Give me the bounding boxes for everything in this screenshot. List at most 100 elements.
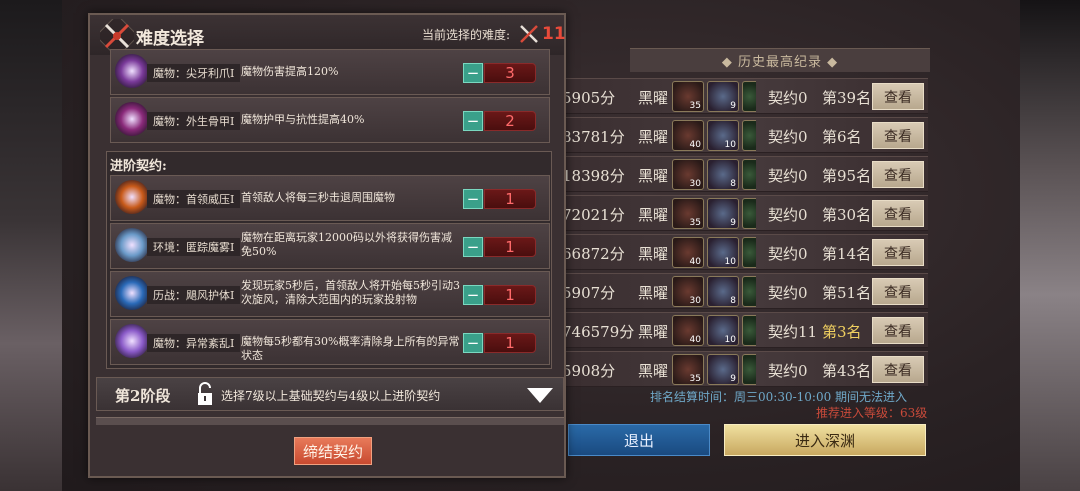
armor-icon: 10: [707, 120, 739, 151]
accessory-icon: [742, 81, 756, 112]
contract-level: 1: [484, 285, 536, 305]
weapon-icon: 35: [672, 198, 704, 229]
decrease-level-button[interactable]: −: [463, 285, 483, 305]
armor-icon: 9: [707, 354, 739, 385]
row-mode: 黑曜: [638, 323, 669, 341]
leaderboard-header: ◆ 历史最高纪录 ◆: [630, 48, 930, 72]
row-score: 746579分: [562, 323, 635, 341]
row-mode: 黑曜: [638, 167, 669, 185]
difficulty-swords-icon: [520, 25, 538, 43]
contract-row: 环境：匿踪魔雾Ⅰ 魔物在距离玩家12000码以外将获得伤害减免50% −1: [110, 223, 550, 269]
row-contract: 契约0: [768, 362, 808, 380]
contract-level: 1: [484, 237, 536, 257]
decrease-level-button[interactable]: −: [463, 111, 483, 131]
weapon-icon: 35: [672, 81, 704, 112]
leaderboard-panel: ◆ 历史最高纪录 ◆ 5905分 黑曜 35 9 契约0 第39名 查看 83781分 黑曜 40…: [560, 46, 932, 466]
armor-level: 10: [724, 257, 736, 267]
enter-abyss-button[interactable]: 进入深渊: [724, 424, 926, 456]
row-rank: 第30名: [822, 206, 872, 224]
row-mode: 黑曜: [638, 206, 669, 224]
decrease-level-button[interactable]: −: [463, 237, 483, 257]
row-contract: 契约0: [768, 206, 808, 224]
monster-modifier-icon: [115, 54, 149, 88]
weapon-icon: 30: [672, 276, 704, 307]
row-contract: 契约0: [768, 284, 808, 302]
view-button[interactable]: 查看: [872, 161, 924, 188]
view-button[interactable]: 查看: [872, 356, 924, 383]
decrease-level-button[interactable]: −: [463, 189, 483, 209]
armor-icon: 8: [707, 159, 739, 190]
accessory-icon: [742, 354, 756, 385]
weapon-level: 40: [689, 140, 701, 150]
current-difficulty-label: 当前选择的难度:: [422, 28, 511, 42]
row-rank: 第43名: [822, 362, 872, 380]
row-rank: 第51名: [822, 284, 872, 302]
armor-icon: 9: [707, 81, 739, 112]
contract-name: 魔物：首领威压Ⅰ: [147, 190, 241, 208]
contract-row: 魔物：首领威压Ⅰ 首领敌人将每三秒击退周围魔物 −1: [110, 175, 550, 221]
weapon-level: 30: [689, 179, 701, 189]
leaderboard-row: 72021分 黑曜 35 9 契约0 第30名 查看: [560, 195, 928, 231]
advanced-contracts-title: 进阶契约:: [110, 159, 167, 174]
expand-arrow-icon[interactable]: [527, 388, 553, 403]
row-contract: 契约0: [768, 245, 808, 263]
next-stage-strip: [96, 417, 564, 425]
row-score: 83781分: [562, 128, 625, 146]
view-button[interactable]: 查看: [872, 122, 924, 149]
accessory-icon: [742, 315, 756, 346]
contract-level: 3: [484, 63, 536, 83]
row-contract: 契约11: [768, 323, 818, 341]
row-equipment-icons: 40 10: [672, 315, 756, 346]
weapon-level: 30: [689, 296, 701, 306]
contract-row: 魔物：外生骨甲Ⅰ 魔物护甲与抗性提高40% −2: [110, 97, 550, 143]
row-rank: 第3名: [822, 323, 862, 341]
row-score: 18398分: [562, 167, 625, 185]
row-score: 72021分: [562, 206, 625, 224]
row-mode: 黑曜: [638, 284, 669, 302]
decrease-level-button[interactable]: −: [463, 333, 483, 353]
decrease-level-button[interactable]: −: [463, 63, 483, 83]
leaderboard-row: 66872分 黑曜 40 10 契约0 第14名 查看: [560, 234, 928, 270]
leaderboard-row: 746579分 黑曜 40 10 契约11 第3名 查看: [560, 312, 928, 348]
view-button[interactable]: 查看: [872, 278, 924, 305]
row-score: 5907分: [562, 284, 616, 302]
row-score: 5908分: [562, 362, 616, 380]
contract-description: 魔物每5秒都有30%概率清除身上所有的异常状态: [241, 335, 460, 362]
weapon-icon: 40: [672, 120, 704, 151]
view-button[interactable]: 查看: [872, 200, 924, 227]
row-equipment-icons: 40 10: [672, 120, 756, 151]
row-mode: 黑曜: [638, 89, 669, 107]
stage-2-bar[interactable]: 第2阶段 选择7级以上基础契约与4级以上进阶契约: [96, 377, 564, 411]
armor-level: 8: [730, 179, 736, 189]
crossed-swords-icon: [100, 19, 134, 53]
view-button[interactable]: 查看: [872, 83, 924, 110]
stage-requirement: 选择7级以上基础契约与4级以上进阶契约: [221, 389, 441, 403]
settle-time-info: 排名结算时间：周三00:30-10:00 期间无法进入: [650, 390, 908, 404]
contract-row: 魔物：异常紊乱Ⅰ 魔物每5秒都有30%概率清除身上所有的异常状态 −1: [110, 319, 550, 365]
dialog-title: 难度选择: [136, 29, 204, 49]
current-difficulty-value: 11: [542, 24, 566, 44]
lock-icon: [198, 382, 212, 405]
armor-level: 8: [730, 296, 736, 306]
left-blurred-edge: [0, 0, 62, 491]
row-mode: 黑曜: [638, 128, 669, 146]
row-score: 5905分: [562, 89, 616, 107]
accessory-icon: [742, 120, 756, 151]
exit-button[interactable]: 退出: [568, 424, 710, 456]
contract-description: 首领敌人将每三秒击退周围魔物: [241, 191, 395, 204]
monster-modifier-icon: [115, 228, 149, 262]
view-button[interactable]: 查看: [872, 239, 924, 266]
stage-title: 第2阶段: [115, 387, 171, 405]
row-mode: 黑曜: [638, 362, 669, 380]
recommend-level-info: 推荐进入等级：63级: [816, 406, 928, 420]
monster-modifier-icon: [115, 180, 149, 214]
armor-level: 10: [724, 335, 736, 345]
view-button[interactable]: 查看: [872, 317, 924, 344]
monster-modifier-icon: [115, 324, 149, 358]
row-rank: 第39名: [822, 89, 872, 107]
contract-name: 魔物：异常紊乱Ⅰ: [147, 334, 241, 352]
armor-level: 9: [730, 218, 736, 228]
difficulty-dialog: 难度选择 当前选择的难度: 11 魔物：尖牙利爪Ⅰ 魔物伤害提高120% −3 魔物：…: [88, 13, 566, 478]
monster-modifier-icon: [115, 276, 149, 310]
conclude-contract-button[interactable]: 缔结契约: [294, 437, 372, 465]
